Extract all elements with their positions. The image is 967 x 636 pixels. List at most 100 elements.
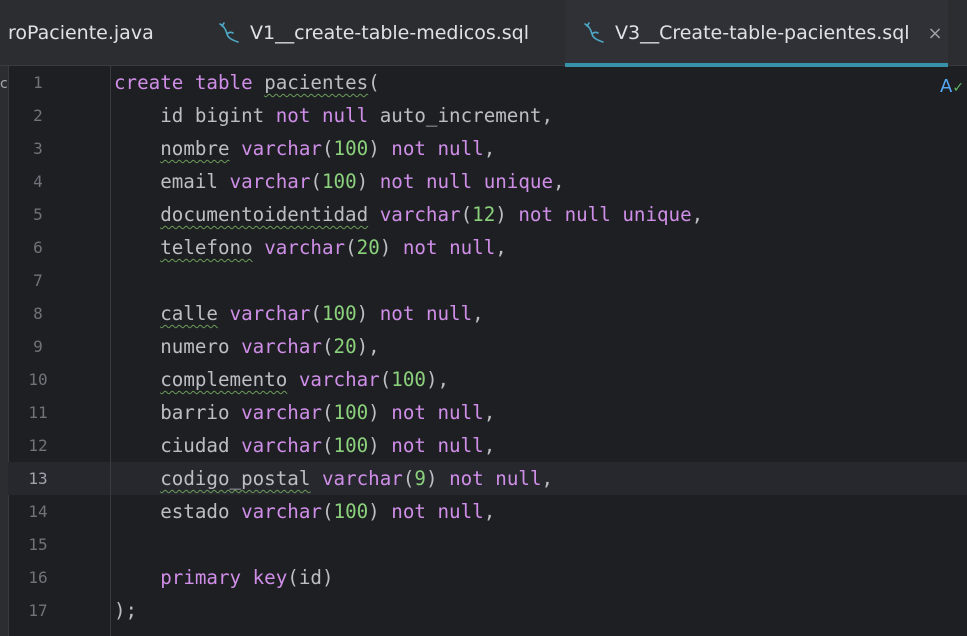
text-token: )	[425, 467, 450, 490]
text-token: id	[114, 104, 195, 127]
text-token: (	[460, 203, 473, 226]
code-line[interactable]: 8 calle varchar(100) not null,	[8, 297, 967, 330]
code-line[interactable]: 14 estado varchar(100) not null,	[8, 495, 967, 528]
type-token: varchar	[241, 137, 322, 160]
text-token: (	[310, 302, 322, 325]
code-text: );	[114, 599, 137, 622]
type-token: varchar	[241, 335, 322, 358]
text-token: bigint	[194, 104, 265, 127]
keyword-token: not null	[391, 500, 484, 523]
identifier-token: documentoidentidad	[160, 203, 369, 226]
text-token: )	[368, 500, 392, 523]
text-token: ,	[483, 500, 496, 523]
code-text: create table pacientes(	[114, 71, 380, 94]
code-text: barrio varchar(100) not null,	[114, 401, 495, 424]
number-token: 100	[333, 137, 369, 160]
text-token: (	[321, 401, 334, 424]
code-line[interactable]: 2 id bigint not null auto_increment,	[8, 99, 967, 132]
tab-v3-create-table-pacientes[interactable]: V3__Create-table-pacientes.sql ×	[565, 0, 948, 67]
inspection-widget-icon[interactable]: A✓	[940, 76, 964, 97]
code-text: numero varchar(20),	[114, 335, 380, 358]
text-token: numero	[114, 335, 242, 358]
identifier-token: pacientes	[264, 71, 369, 94]
keyword-token: create	[114, 71, 184, 94]
editor-tab-bar: roPaciente.java V1__create-table-medicos…	[0, 0, 967, 67]
code-line[interactable]: 3 nombre varchar(100) not null,	[8, 132, 967, 165]
code-text: complemento varchar(100),	[114, 368, 449, 391]
code-line[interactable]: 4 email varchar(100) not null unique,	[8, 165, 967, 198]
code-line[interactable]: 9 numero varchar(20),	[8, 330, 967, 363]
tab-label: V1__create-table-medicos.sql	[250, 22, 530, 44]
code-line[interactable]: 1 create table pacientes(	[8, 66, 967, 99]
text-token: (	[321, 137, 334, 160]
tab-v1-create-table-medicos[interactable]: V1__create-table-medicos.sql	[200, 0, 565, 66]
keyword-token: table	[194, 71, 253, 94]
code-line[interactable]: 5 documentoidentidad varchar(12) not nul…	[8, 198, 967, 231]
code-text: telefono varchar(20) not null,	[114, 236, 507, 259]
code-line[interactable]: 17);	[8, 594, 967, 627]
text-token: )	[368, 434, 392, 457]
text-token: (	[379, 368, 392, 391]
keyword-token: not null	[379, 302, 473, 325]
code-line[interactable]: 10 complemento varchar(100),	[8, 363, 967, 396]
code-text: estado varchar(100) not null,	[114, 500, 495, 523]
code-text: email varchar(100) not null unique,	[114, 170, 564, 193]
code-line[interactable]: 11 barrio varchar(100) not null,	[8, 396, 967, 429]
text-token: (	[402, 467, 415, 490]
type-token: varchar	[321, 467, 403, 490]
type-token: varchar	[241, 401, 322, 424]
code-line[interactable]: 16 primary key(id)	[8, 561, 967, 594]
left-cut-text: c	[0, 76, 8, 92]
text-token: (	[321, 500, 334, 523]
text-token: (	[310, 170, 322, 193]
number-token: 12	[472, 203, 496, 226]
text-token: barrio	[114, 401, 242, 424]
text-token: (	[321, 434, 334, 457]
type-token: varchar	[241, 434, 322, 457]
code-line[interactable]: 6 telefono varchar(20) not null,	[8, 231, 967, 264]
code-line[interactable]: 7	[8, 264, 967, 297]
text-token: )	[356, 302, 380, 325]
tab-ropaciente-java[interactable]: roPaciente.java	[0, 0, 200, 66]
code-line[interactable]: 12 ciudad varchar(100) not null,	[8, 429, 967, 462]
number-token: 100	[333, 500, 369, 523]
text-token: )	[368, 401, 392, 424]
text-token: ,	[495, 236, 507, 259]
keyword-token: primary key	[160, 566, 288, 589]
tab-label: roPaciente.java	[8, 22, 154, 44]
code-text: id bigint not null auto_increment,	[114, 104, 553, 127]
text-token: )	[495, 203, 519, 226]
code-editor[interactable]: 1 create table pacientes(2 id bigint not …	[8, 66, 967, 636]
type-token: varchar	[298, 368, 380, 391]
number-token: 100	[321, 170, 357, 193]
text-token: (	[345, 236, 357, 259]
identifier-token: complemento	[160, 368, 288, 391]
text-token: ),	[356, 335, 380, 358]
number-token: 100	[333, 434, 369, 457]
text-token: ),	[425, 368, 450, 391]
code-line[interactable]: 15	[8, 528, 967, 561]
sql-dolphin-icon	[216, 20, 242, 46]
text-token: ,	[691, 203, 704, 226]
identifier-token: codigo_postal	[160, 467, 311, 490]
close-tab-icon[interactable]: ×	[928, 23, 943, 44]
type-token: varchar	[229, 302, 311, 325]
identifier-token: calle	[160, 302, 218, 325]
code-line[interactable]: 13 codigo_postal varchar(9) not null,	[8, 462, 967, 495]
type-token: varchar	[241, 500, 322, 523]
code-text: primary key(id)	[114, 566, 333, 589]
number-token: 9	[414, 467, 426, 490]
type-token: varchar	[264, 236, 346, 259]
number-token: 20	[333, 335, 357, 358]
text-token: )	[356, 170, 380, 193]
